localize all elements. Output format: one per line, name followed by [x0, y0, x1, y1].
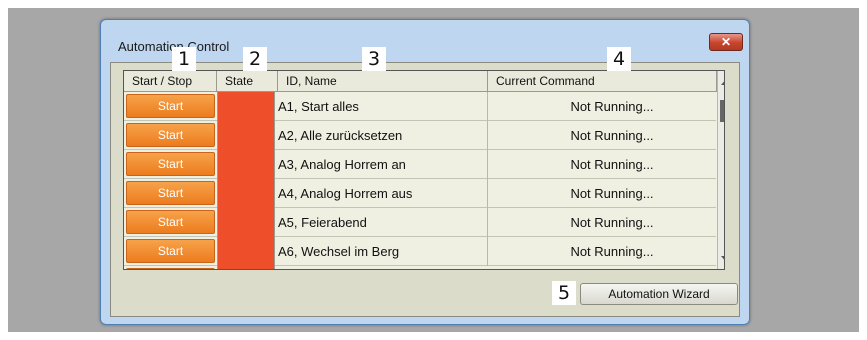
start-button[interactable]: Start — [126, 123, 215, 147]
automation-name: A6, Wechsel im Berg — [278, 237, 488, 266]
start-button[interactable]: Start — [126, 239, 215, 263]
scroll-down-icon[interactable] — [721, 256, 724, 263]
column-header-id-name[interactable]: ID, Name — [278, 71, 488, 92]
automation-wizard-button[interactable]: Automation Wizard — [580, 283, 738, 305]
table-row[interactable]: Start A6, Wechsel im Berg Not Running... — [124, 237, 716, 266]
automation-name: A5, Feierabend — [278, 208, 488, 237]
close-icon: ✕ — [720, 35, 732, 49]
start-button[interactable]: Start — [126, 152, 215, 176]
table-row[interactable]: Start A4, Analog Horrem aus Not Running.… — [124, 179, 716, 208]
scroll-up-icon[interactable] — [721, 78, 724, 85]
column-header-current-command[interactable]: Current Command — [488, 71, 717, 92]
column-header-start-stop[interactable]: Start / Stop — [124, 71, 217, 92]
automation-control-window: Automation Control ✕ Start / Stop State … — [100, 19, 750, 325]
close-button[interactable]: ✕ — [709, 33, 743, 51]
table-row[interactable]: Start A3, Analog Horrem an Not Running..… — [124, 150, 716, 179]
state-indicator — [217, 208, 275, 237]
automation-grid: Start / Stop State ID, Name Current Comm… — [123, 70, 725, 270]
current-command: Not Running... — [570, 186, 654, 201]
state-indicator — [217, 150, 275, 179]
table-row-partial[interactable] — [124, 266, 716, 269]
state-indicator — [217, 92, 275, 121]
callout-2: 2 — [243, 47, 267, 71]
callout-3: 3 — [362, 47, 386, 71]
table-row[interactable]: Start A1, Start alles Not Running... — [124, 92, 716, 121]
automation-name: A3, Analog Horrem an — [278, 150, 488, 179]
current-command: Not Running... — [570, 244, 654, 259]
callout-5: 5 — [552, 281, 576, 305]
state-indicator — [217, 237, 275, 266]
column-header-state[interactable]: State — [217, 71, 278, 92]
start-button[interactable]: Start — [126, 181, 215, 205]
start-button-partial[interactable] — [126, 268, 215, 269]
current-command: Not Running... — [570, 128, 654, 143]
automation-name: A2, Alle zurücksetzen — [278, 121, 488, 150]
automation-name: A4, Analog Horrem aus — [278, 179, 488, 208]
scroll-thumb[interactable] — [720, 100, 724, 122]
callout-4: 4 — [607, 47, 631, 71]
state-indicator — [217, 266, 275, 269]
current-command: Not Running... — [570, 215, 654, 230]
callout-1: 1 — [172, 47, 196, 71]
table-row[interactable]: Start A5, Feierabend Not Running... — [124, 208, 716, 237]
start-button[interactable]: Start — [126, 210, 215, 234]
state-indicator — [217, 121, 275, 150]
state-indicator — [217, 179, 275, 208]
table-row[interactable]: Start A2, Alle zurücksetzen Not Running.… — [124, 121, 716, 150]
start-button[interactable]: Start — [126, 94, 215, 118]
current-command: Not Running... — [570, 99, 654, 114]
vertical-scrollbar[interactable] — [717, 71, 724, 269]
automation-name: A1, Start alles — [278, 92, 488, 121]
window-client-area: Start / Stop State ID, Name Current Comm… — [110, 62, 740, 317]
current-command: Not Running... — [570, 157, 654, 172]
